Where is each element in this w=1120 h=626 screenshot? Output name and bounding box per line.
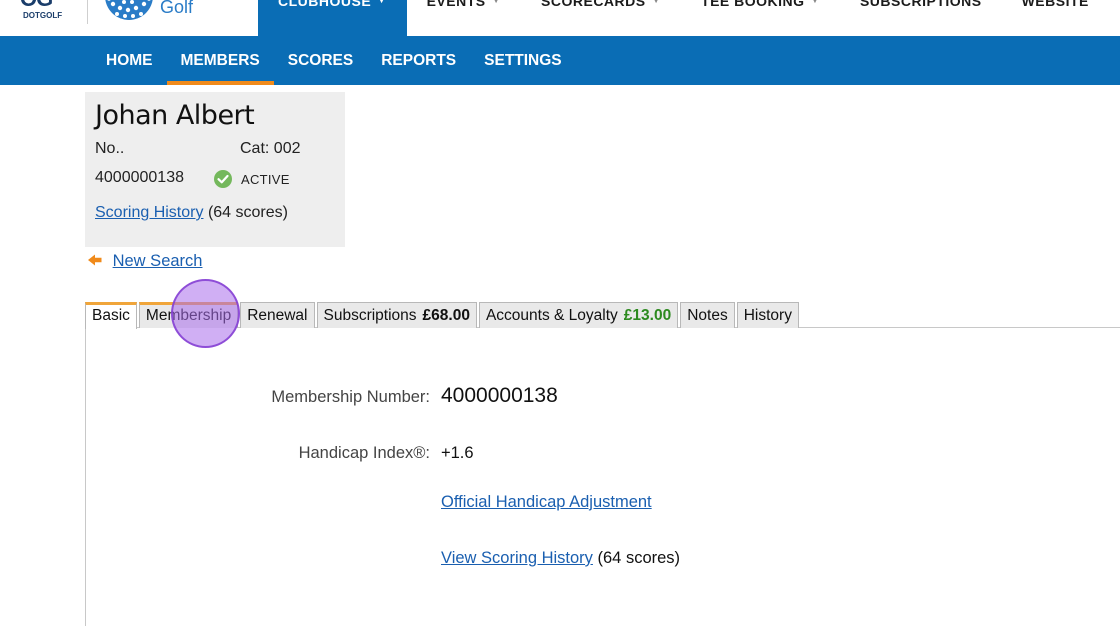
new-search-link[interactable]: New Search [113,252,203,270]
top-nav-label: WEBSITE [1021,0,1089,9]
view-scoring-history-link[interactable]: View Scoring History [441,549,593,567]
top-nav-events[interactable]: EVENTS ▼ [407,0,521,31]
status-badge: ACTIVE [241,172,290,187]
sub-nav-scores[interactable]: SCORES [274,37,367,85]
sub-nav-members[interactable]: MEMBERS [166,37,274,85]
tab-history[interactable]: History [736,302,799,328]
golf-ball-icon [104,0,154,22]
member-name: Johan Albert [95,100,255,131]
top-nav-label: TEE BOOKING [701,0,805,9]
scoring-count: (64 scores) [207,204,288,221]
chevron-down-icon: ▼ [651,0,662,5]
sub-nav-reports[interactable]: REPORTS [367,37,470,85]
tab-label: Notes [687,307,728,324]
top-nav-label: CLUBHOUSE [278,0,372,9]
tab-label: Subscriptions [323,307,417,324]
handicap-index-value: +1.6 [441,444,474,462]
sub-nav-settings[interactable]: SETTINGS [470,37,576,85]
tab-accounts-loyalty[interactable]: Accounts & Loyalty £13.00 [478,302,679,328]
dotgolf-logo-word: DOTGOLF [23,11,63,20]
top-nav-scorecards[interactable]: SCORECARDS ▼ [521,0,681,31]
top-nav-subscriptions[interactable]: SUBSCRIPTIONS [840,0,1002,31]
tab-basic[interactable]: Basic [85,302,137,329]
sub-nav-bar: HOME MEMBERS SCORES REPORTS SETTINGS [0,37,1120,85]
tab-label: Basic [92,307,130,324]
tab-label: History [743,307,792,324]
handicap-index-label: Handicap Index®: [298,444,430,462]
chevron-down-icon: ▼ [491,0,502,5]
tab-membership[interactable]: Membership [138,302,239,328]
chevron-down-icon: ▼ [810,0,820,5]
member-number: 4000000138 [95,169,184,186]
member-tabs: Basic Membership Renewal Subscriptions £6… [85,302,801,329]
scoring-history-summary: Scoring History (64 scores) [95,204,288,222]
tab-notes[interactable]: Notes [680,302,735,328]
chevron-down-icon: ▼ [377,0,387,5]
sub-nav-home[interactable]: HOME [92,37,167,85]
membership-number-label: Membership Number: [271,388,430,406]
member-summary-card: Johan Albert No.. Cat: 002 4000000138 AC… [85,92,345,247]
tab-label: Accounts & Loyalty [485,307,618,324]
dotgolf-logo[interactable]: OG DOTGOLF [20,0,70,24]
loyalty-amount: £13.00 [623,307,672,324]
sub-nav: HOME MEMBERS SCORES REPORTS SETTINGS [92,37,576,85]
top-header: OG DOTGOLF Golf CLUBHOUSE ▼ EVENTS ▼ SCORE… [0,0,1120,37]
logo-divider [87,0,88,24]
top-nav-website[interactable]: WEBSITE [1002,0,1109,31]
official-handicap-adjustment-link[interactable]: Official Handicap Adjustment [441,493,652,511]
handicap-adjustment: Official Handicap Adjustment [441,493,652,512]
subscriptions-amount: £68.00 [422,307,470,324]
tab-subscriptions[interactable]: Subscriptions £68.00 [316,302,477,328]
scoring-history-link[interactable]: Scoring History [95,204,203,221]
arrow-left-icon [88,254,102,266]
top-nav-label: EVENTS [426,0,486,9]
view-scoring-history-count: (64 scores) [597,549,681,567]
top-nav-label: SUBSCRIPTIONS [859,0,982,9]
check-circle-icon [214,170,232,188]
top-nav-label: SCORECARDS [541,0,646,9]
top-nav: CLUBHOUSE ▼ EVENTS ▼ SCORECARDS ▼ TEE BOOKI… [258,0,1109,37]
membership-number-value: 4000000138 [441,384,558,407]
top-nav-tee-booking[interactable]: TEE BOOKING ▼ [681,0,840,31]
content-border [85,327,86,626]
tab-label: Renewal [247,307,308,324]
golf-wordmark: Golf [160,0,194,17]
tab-renewal[interactable]: Renewal [240,302,315,328]
new-search: New Search [88,252,202,271]
view-scoring-history: View Scoring History (64 scores) [441,549,680,568]
dotgolf-logo-mark: OG [20,0,66,10]
member-no-label: No.. [95,140,125,157]
tab-label: Membership [145,307,232,324]
member-category: Cat: 002 [240,140,301,157]
top-nav-clubhouse[interactable]: CLUBHOUSE ▼ [258,0,407,37]
